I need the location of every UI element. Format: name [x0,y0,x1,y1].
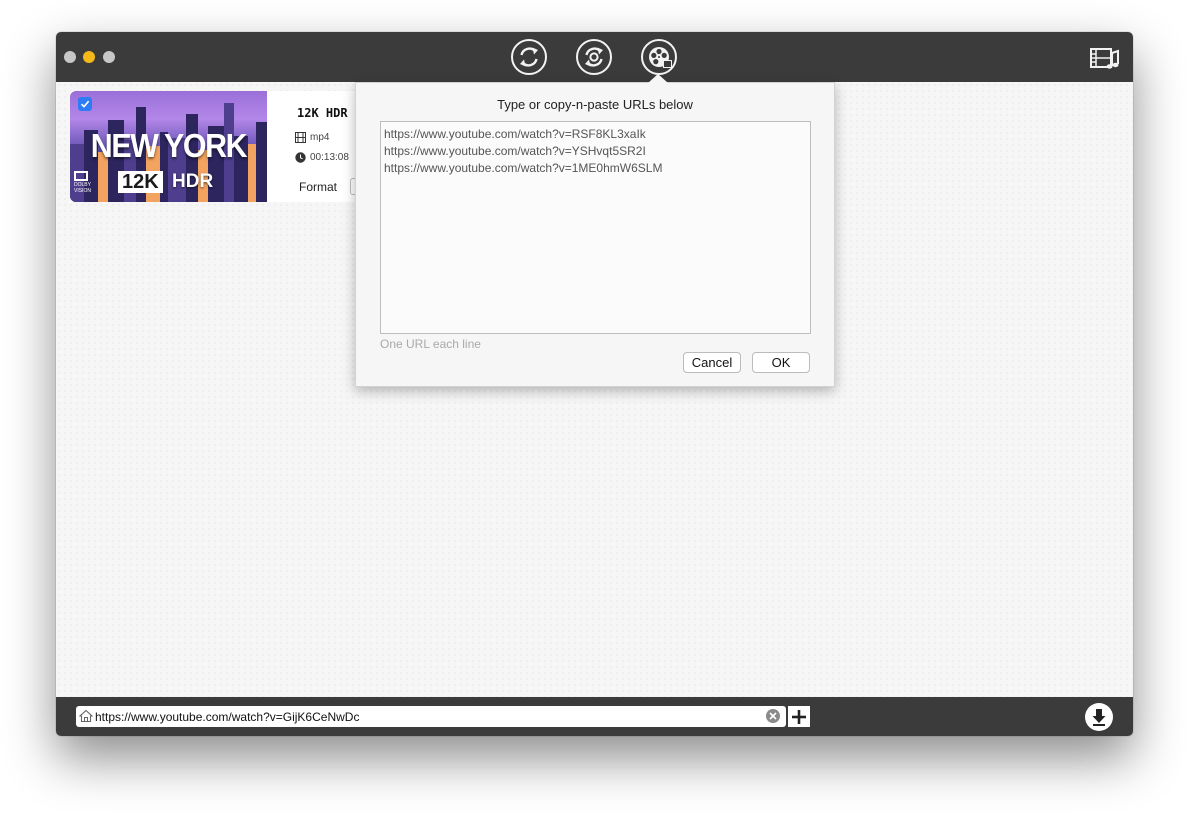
urls-textarea[interactable]: https://www.youtube.com/watch?v=RSF8KL3x… [380,121,811,334]
ok-button[interactable]: OK [752,352,810,373]
dolby-vision-logo: DOLBY VISION [74,171,100,194]
titlebar [56,32,1133,82]
plus-icon [792,709,806,724]
video-duration-row: 00:13:08 [295,152,349,163]
video-extension: mp4 [310,132,330,143]
thumbnail-headline: NEW YORK [90,127,248,164]
video-format-row: mp4 [295,132,329,143]
download-arrow-icon [1092,709,1106,726]
clear-input-icon[interactable] [766,709,780,723]
minimize-window-button[interactable] [83,51,95,63]
url-input[interactable] [95,706,760,727]
rotate-icon [585,47,603,67]
x-icon [769,712,777,720]
popover-arrow [648,74,668,83]
thumbnail-hdr-badge: HDR [172,171,214,192]
cancel-button[interactable]: Cancel [683,352,741,373]
bottom-bar [56,697,1133,736]
film-strip-icon [295,132,306,143]
app-window: NEW YORK 12K HDR DOLBY VISION 12K HDR mp… [56,32,1133,736]
popover-title: Type or copy-n-paste URLs below [497,97,693,112]
close-window-button[interactable] [64,51,76,63]
url-line: https://www.youtube.com/watch?v=RSF8KL3x… [384,127,646,141]
download-button[interactable] [1085,703,1113,731]
paste-urls-popover: Type or copy-n-paste URLs below https://… [355,82,835,387]
video-list-item[interactable]: NEW YORK 12K HDR DOLBY VISION 12K HDR mp… [70,91,360,202]
video-duration: 00:13:08 [310,152,349,163]
convert-icon [520,47,538,67]
video-thumbnail: NEW YORK 12K HDR DOLBY VISION [70,91,267,202]
convert-button[interactable] [511,39,547,75]
url-input-container [76,706,786,727]
add-url-button[interactable] [788,706,810,727]
maximize-window-button[interactable] [103,51,115,63]
video-title: 12K HDR [297,106,348,120]
rotate-button[interactable] [576,39,612,75]
dolby-icon [74,171,88,181]
home-icon[interactable] [79,709,93,723]
thumbnail-12k-badge: 12K [118,171,163,193]
video-select-checkbox[interactable] [78,97,92,111]
checkmark-icon [80,100,90,108]
format-label: Format [299,180,338,194]
urls-hint: One URL each line [380,337,481,351]
paste-badge-icon [663,60,672,68]
film-music-icon[interactable] [1090,46,1120,70]
clock-icon [295,152,306,163]
url-line: https://www.youtube.com/watch?v=1ME0hmW6… [384,161,663,175]
url-line: https://www.youtube.com/watch?v=YSHvqt5S… [384,144,646,158]
film-reel-button[interactable] [641,39,677,75]
